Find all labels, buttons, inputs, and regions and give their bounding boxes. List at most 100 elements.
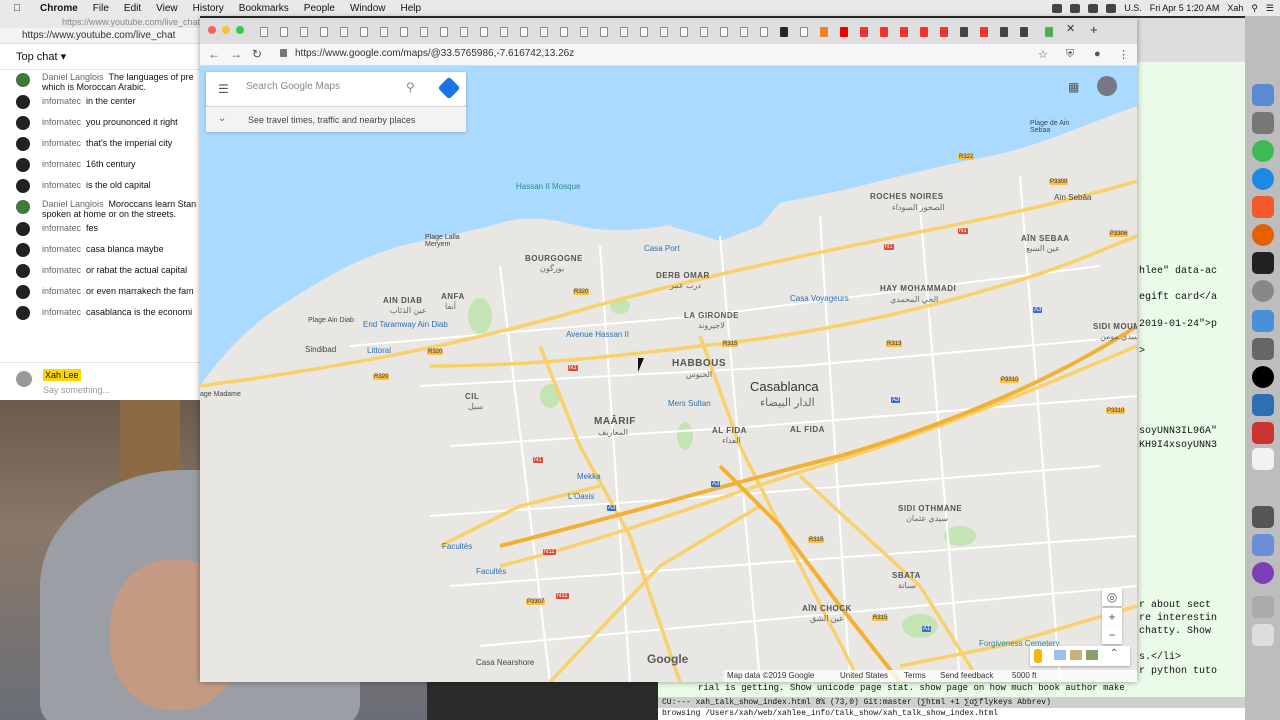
map-label[interactable]: MAÂRIF xyxy=(594,416,636,427)
map-label[interactable]: age Madame xyxy=(200,391,241,398)
map-label[interactable]: AÏN CHOCK xyxy=(802,604,852,613)
emacs-icon[interactable] xyxy=(1252,562,1274,584)
tab-favicon[interactable] xyxy=(660,27,668,37)
map-label[interactable]: Hassan II Mosque xyxy=(516,182,580,191)
map-label[interactable]: سيدي عثمان xyxy=(906,514,948,523)
tab-favicon[interactable] xyxy=(340,27,348,37)
menu-file[interactable]: File xyxy=(93,3,109,14)
tab-favicon[interactable] xyxy=(880,27,888,37)
tab-favicon[interactable] xyxy=(580,27,588,37)
map-label[interactable]: Plage de Ain Sebaa xyxy=(1030,120,1070,134)
map-label[interactable]: SIDI OTHMANE xyxy=(898,504,962,513)
terms-link[interactable]: Terms xyxy=(904,670,926,682)
lock-icon[interactable] xyxy=(280,49,287,57)
tab-favicon[interactable] xyxy=(280,27,288,37)
search-input[interactable] xyxy=(246,81,406,92)
tab-favicon[interactable] xyxy=(500,27,508,37)
map-label[interactable]: Casa Voyageurs xyxy=(790,294,849,303)
tab-favicon[interactable] xyxy=(460,27,468,37)
input-source[interactable]: U.S. xyxy=(1124,3,1142,13)
tab-favicon[interactable] xyxy=(600,27,608,37)
layer-thumb-icon[interactable] xyxy=(1070,650,1082,660)
menubar-app-name[interactable]: Chrome xyxy=(40,3,78,14)
emacs-editor[interactable]: hlee" data-ac egift card</a 2019-01-24">… xyxy=(1137,62,1245,700)
top-chat-dropdown[interactable]: Top chat ▾ xyxy=(0,44,200,70)
forward-icon[interactable]: → xyxy=(230,47,242,61)
map-label[interactable]: Plage Ain Diab xyxy=(308,317,354,324)
map-label[interactable]: Sindibad xyxy=(305,345,336,354)
map-label[interactable]: End Taramway Ain Diab xyxy=(363,320,448,329)
menu-help[interactable]: Help xyxy=(401,3,422,14)
map-label-city[interactable]: الدار البيضاء xyxy=(760,396,815,409)
map-label[interactable]: لاجيروند xyxy=(698,321,725,330)
tab-favicon[interactable] xyxy=(860,27,868,37)
map-label[interactable]: المعاريف xyxy=(598,428,628,437)
map-label[interactable]: AÏN SEBAA xyxy=(1021,234,1070,243)
map-label[interactable]: AL FIDA xyxy=(790,425,825,434)
list-icon[interactable]: ☰ xyxy=(1266,3,1274,14)
wifi-icon[interactable] xyxy=(1088,3,1099,13)
map-label[interactable]: AL FIDA xyxy=(712,426,747,435)
menu-edit[interactable]: Edit xyxy=(124,3,141,14)
tab-favicon[interactable] xyxy=(900,27,908,37)
tab-favicon[interactable] xyxy=(680,27,688,37)
maps-tab-favicon[interactable] xyxy=(1045,27,1053,37)
tab-favicon[interactable] xyxy=(260,27,268,37)
map-label[interactable]: عين الشق xyxy=(810,614,844,623)
brave-icon[interactable] xyxy=(1252,196,1274,218)
profile-icon[interactable]: ● xyxy=(1094,48,1101,60)
map-label[interactable]: سباتة xyxy=(898,581,916,590)
tab-favicon[interactable] xyxy=(920,27,928,37)
tab-favicon[interactable] xyxy=(620,27,628,37)
volume-icon[interactable] xyxy=(1106,3,1117,13)
my-location-icon[interactable]: ◎ xyxy=(1102,588,1122,606)
map-label[interactable]: AIN DIAB xyxy=(383,296,423,305)
safari-icon[interactable] xyxy=(1252,168,1274,190)
address-bar[interactable]: https://www.google.com/maps/@33.5765986,… xyxy=(295,48,574,59)
map-label[interactable]: Aïn Sebâa xyxy=(1054,193,1091,202)
tab-favicon[interactable] xyxy=(800,27,808,37)
zoom-in-button[interactable]: + xyxy=(1102,608,1122,626)
terminal-icon[interactable] xyxy=(1252,252,1274,274)
map-label[interactable]: SBATA xyxy=(892,571,921,580)
map-label[interactable]: BOURGOGNE xyxy=(525,254,583,263)
notes-icon[interactable] xyxy=(1252,448,1274,470)
map-label[interactable]: ANFA xyxy=(441,292,465,301)
map-label[interactable]: بورگون xyxy=(540,264,564,273)
chat-url[interactable]: https://www.youtube.com/live_chat xyxy=(0,28,200,44)
map-label[interactable]: ROCHES NOIRES xyxy=(870,192,944,201)
bookmark-star-icon[interactable]: ☆ xyxy=(1038,48,1048,61)
close-tab-icon[interactable]: ✕ xyxy=(1066,22,1075,35)
map-label[interactable]: الحي المحمدي xyxy=(890,295,938,304)
map-label[interactable]: الحبوس xyxy=(686,370,712,379)
country-link[interactable]: United States xyxy=(840,670,888,682)
finder-icon[interactable] xyxy=(1252,84,1274,106)
close-window-icon[interactable] xyxy=(208,26,216,34)
map-label[interactable]: Mers Sultan xyxy=(668,399,711,408)
tab-favicon[interactable] xyxy=(420,27,428,37)
menu-view[interactable]: View xyxy=(156,3,178,14)
map-label[interactable]: Facultés xyxy=(442,542,472,551)
downloads-icon[interactable] xyxy=(1252,596,1274,618)
tab-favicon[interactable] xyxy=(400,27,408,37)
map-label[interactable]: سيل xyxy=(468,402,483,411)
map-label[interactable]: Avenue Hassan II xyxy=(566,330,629,339)
maximize-window-icon[interactable] xyxy=(236,26,244,34)
directions-icon[interactable] xyxy=(437,76,461,100)
map-label[interactable]: عين الذئاب xyxy=(390,306,427,315)
map-label[interactable]: L'Oasis xyxy=(568,492,594,501)
map-label[interactable]: آنفا xyxy=(445,302,456,311)
chrome-icon[interactable] xyxy=(1252,140,1274,162)
user-name[interactable]: Xah xyxy=(1227,3,1243,13)
map-label[interactable]: الصخور السوداء xyxy=(892,203,944,212)
pegman-icon[interactable] xyxy=(1034,649,1042,663)
map-label[interactable]: CIL xyxy=(465,392,479,401)
map-label[interactable]: LA GIRONDE xyxy=(684,311,739,320)
record-icon[interactable] xyxy=(1052,3,1063,13)
layer-thumb-icon[interactable] xyxy=(1086,650,1098,660)
layers-strip[interactable]: ⌃ xyxy=(1030,646,1130,666)
app-icon[interactable] xyxy=(1252,422,1274,444)
map-label[interactable]: Plage Lalla Meryem xyxy=(425,234,465,248)
map-label[interactable]: Casa Port xyxy=(644,244,680,253)
tab-favicon[interactable] xyxy=(700,27,708,37)
